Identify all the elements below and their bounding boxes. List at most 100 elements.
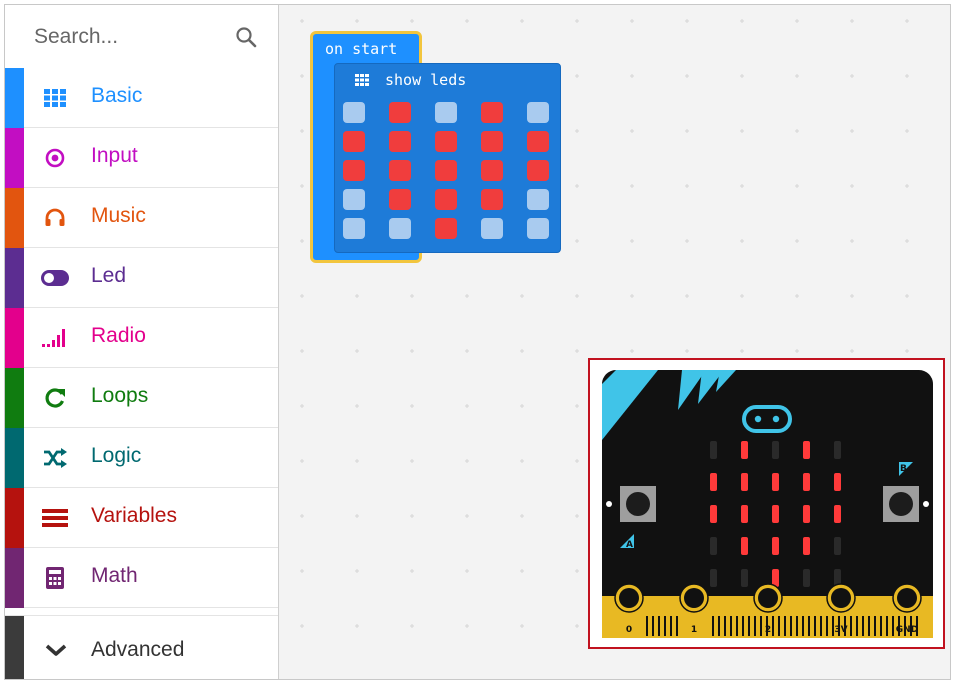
signal-bars-icon: [41, 324, 69, 352]
led-on: [741, 505, 748, 523]
button-a-label: A: [626, 540, 633, 550]
led-on: [803, 441, 810, 459]
led-toggle[interactable]: [389, 102, 411, 123]
led-toggle[interactable]: [527, 218, 549, 239]
led-toggle[interactable]: [343, 160, 365, 181]
led-on: [741, 537, 748, 555]
category-color-stripe: [5, 188, 24, 248]
target-icon: [41, 144, 69, 172]
pin-gnd[interactable]: [892, 583, 922, 613]
led-off: [803, 569, 810, 587]
show-leds-block[interactable]: show leds: [334, 63, 561, 253]
category-variables[interactable]: Variables: [5, 488, 278, 548]
led-toggle[interactable]: [481, 131, 503, 152]
led-grid: [343, 102, 549, 239]
led-toggle[interactable]: [343, 218, 365, 239]
search-input[interactable]: Search...: [34, 25, 118, 49]
blocks-workspace[interactable]: on start show leds A B 0 1 2 3V GND: [279, 5, 950, 679]
led-toggle[interactable]: [343, 189, 365, 210]
led-toggle[interactable]: [435, 131, 457, 152]
microbit-board: A B 0 1 2 3V GND: [602, 370, 933, 638]
makecode-editor: Search... Basic Input Music Led Radio Lo…: [4, 4, 951, 680]
button-b[interactable]: [883, 486, 919, 522]
led-off: [834, 441, 841, 459]
led-on: [834, 473, 841, 491]
category-color-stripe: [5, 368, 24, 428]
category-radio[interactable]: Radio: [5, 308, 278, 368]
led-off: [710, 569, 717, 587]
category-advanced[interactable]: Advanced: [5, 615, 278, 679]
category-math[interactable]: Math: [5, 548, 278, 608]
category-color-stripe: [5, 68, 24, 128]
led-on: [741, 473, 748, 491]
led-toggle[interactable]: [389, 160, 411, 181]
category-label: Loops: [91, 384, 149, 407]
led-on: [834, 505, 841, 523]
category-music[interactable]: Music: [5, 188, 278, 248]
calculator-icon: [41, 564, 69, 592]
pin-label: 1: [691, 625, 697, 635]
led-toggle[interactable]: [435, 189, 457, 210]
led-off: [834, 537, 841, 555]
category-input[interactable]: Input: [5, 128, 278, 188]
led-on: [803, 537, 810, 555]
category-label: Logic: [91, 444, 142, 467]
pin-2[interactable]: [753, 583, 783, 613]
toolbox: Search... Basic Input Music Led Radio Lo…: [5, 5, 279, 679]
toggle-icon: [41, 264, 69, 292]
button-a[interactable]: [620, 486, 656, 522]
led-on: [772, 537, 779, 555]
headphones-icon: [41, 204, 69, 232]
led-toggle[interactable]: [343, 131, 365, 152]
led-toggle[interactable]: [343, 102, 365, 123]
led-toggle[interactable]: [527, 131, 549, 152]
category-label: Radio: [91, 324, 146, 347]
category-label: Variables: [91, 504, 177, 527]
toolbox-search[interactable]: Search...: [5, 5, 278, 69]
on-start-label: on start: [325, 40, 398, 58]
led-toggle[interactable]: [527, 160, 549, 181]
pin-label: 3V: [834, 625, 847, 635]
led-on: [803, 505, 810, 523]
category-label: Input: [91, 144, 138, 167]
led-on: [772, 505, 779, 523]
led-off: [710, 537, 717, 555]
led-toggle[interactable]: [389, 189, 411, 210]
category-label: Advanced: [91, 638, 185, 661]
led-toggle[interactable]: [527, 189, 549, 210]
led-on: [710, 473, 717, 491]
led-on: [710, 505, 717, 523]
pin-3v[interactable]: [826, 583, 856, 613]
led-on: [741, 441, 748, 459]
category-led[interactable]: Led: [5, 248, 278, 308]
search-icon[interactable]: [234, 25, 258, 49]
category-basic[interactable]: Basic: [5, 68, 278, 128]
microbit-simulator: A B 0 1 2 3V GND: [588, 358, 945, 649]
refresh-icon: [41, 384, 69, 412]
led-off: [772, 441, 779, 459]
pin-label: 0: [626, 625, 632, 635]
led-on: [772, 473, 779, 491]
category-color-stripe: [5, 488, 24, 548]
pin-1[interactable]: [679, 583, 709, 613]
led-toggle[interactable]: [435, 160, 457, 181]
category-logic[interactable]: Logic: [5, 428, 278, 488]
led-toggle[interactable]: [527, 102, 549, 123]
led-toggle[interactable]: [389, 131, 411, 152]
pin-0[interactable]: [614, 583, 644, 613]
category-color-stripe: [5, 616, 24, 679]
category-loops[interactable]: Loops: [5, 368, 278, 428]
category-label: Music: [91, 204, 146, 227]
led-toggle[interactable]: [435, 218, 457, 239]
led-toggle[interactable]: [389, 218, 411, 239]
led-toggle[interactable]: [481, 189, 503, 210]
chevron-down-icon: [45, 644, 67, 656]
led-toggle[interactable]: [481, 218, 503, 239]
grid-icon: [41, 84, 69, 112]
led-toggle[interactable]: [481, 102, 503, 123]
led-toggle[interactable]: [435, 102, 457, 123]
led-toggle[interactable]: [481, 160, 503, 181]
show-leds-label: show leds: [385, 71, 467, 89]
category-label: Basic: [91, 84, 143, 107]
led-off: [741, 569, 748, 587]
